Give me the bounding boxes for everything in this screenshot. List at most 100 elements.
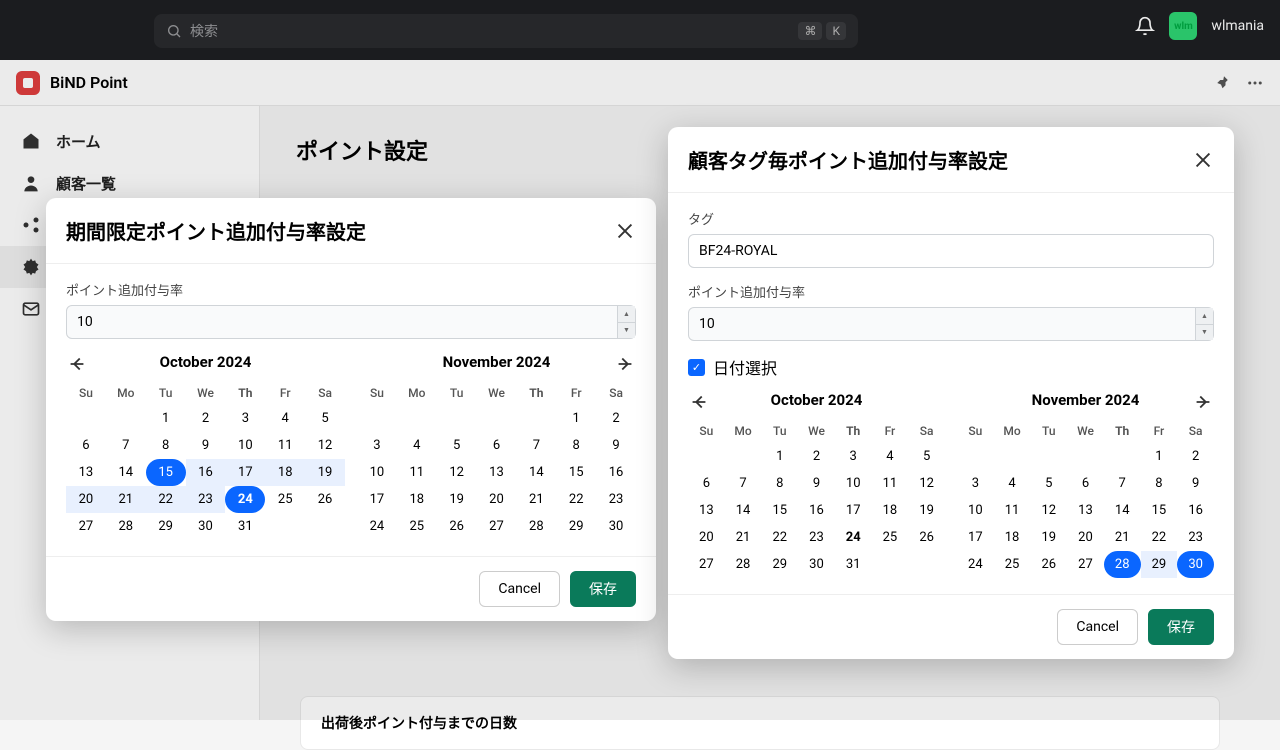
- calendar-day[interactable]: 21: [725, 524, 762, 551]
- calendar-day[interactable]: 28: [1104, 551, 1141, 578]
- calendar-day[interactable]: 30: [1177, 551, 1214, 578]
- rate-input[interactable]: [688, 307, 1214, 341]
- close-icon[interactable]: [1192, 149, 1214, 171]
- calendar-day[interactable]: 27: [477, 513, 517, 540]
- calendar-day[interactable]: 21: [516, 486, 556, 513]
- calendar-day[interactable]: 20: [688, 524, 725, 551]
- date-select-checkbox[interactable]: ✓日付選択: [688, 355, 1214, 379]
- calendar-day[interactable]: 18: [397, 486, 437, 513]
- calendar-day[interactable]: 27: [66, 513, 106, 540]
- calendar-day[interactable]: 11: [265, 432, 305, 459]
- calendar-day[interactable]: 26: [437, 513, 477, 540]
- calendar-day[interactable]: 17: [835, 497, 872, 524]
- calendar-day[interactable]: 15: [146, 459, 186, 486]
- calendar-day[interactable]: 13: [66, 459, 106, 486]
- calendar-day[interactable]: 10: [957, 497, 994, 524]
- next-month-icon[interactable]: [614, 353, 636, 375]
- calendar-day[interactable]: 14: [516, 459, 556, 486]
- calendar-day[interactable]: 19: [908, 497, 945, 524]
- calendar-day[interactable]: 19: [437, 486, 477, 513]
- calendar-day[interactable]: 19: [305, 459, 345, 486]
- calendar-day[interactable]: 23: [1177, 524, 1214, 551]
- calendar-day[interactable]: 17: [225, 459, 265, 486]
- calendar-day[interactable]: 2: [798, 443, 835, 470]
- tag-input[interactable]: [688, 234, 1214, 268]
- close-icon[interactable]: [614, 220, 636, 242]
- calendar-day[interactable]: 23: [798, 524, 835, 551]
- calendar-day[interactable]: 16: [596, 459, 636, 486]
- calendar-day[interactable]: 20: [1067, 524, 1104, 551]
- calendar-day[interactable]: 7: [106, 432, 146, 459]
- calendar-day[interactable]: 22: [761, 524, 798, 551]
- calendar-day[interactable]: 15: [556, 459, 596, 486]
- calendar-day[interactable]: 18: [265, 459, 305, 486]
- calendar-day[interactable]: 28: [516, 513, 556, 540]
- calendar-day[interactable]: 7: [516, 432, 556, 459]
- calendar-day[interactable]: 14: [106, 459, 146, 486]
- calendar-day[interactable]: 8: [1141, 470, 1178, 497]
- calendar-day[interactable]: 14: [1104, 497, 1141, 524]
- calendar-day[interactable]: 17: [957, 524, 994, 551]
- calendar-day[interactable]: 11: [994, 497, 1031, 524]
- calendar-day[interactable]: 12: [908, 470, 945, 497]
- calendar-day[interactable]: 11: [872, 470, 909, 497]
- calendar-day[interactable]: 26: [305, 486, 345, 513]
- calendar-day[interactable]: 29: [1141, 551, 1178, 578]
- calendar-day[interactable]: 21: [106, 486, 146, 513]
- calendar-day[interactable]: 9: [596, 432, 636, 459]
- calendar-day[interactable]: 24: [835, 524, 872, 551]
- calendar-day[interactable]: 3: [357, 432, 397, 459]
- calendar-day[interactable]: 9: [1177, 470, 1214, 497]
- calendar-day[interactable]: 24: [957, 551, 994, 578]
- calendar-day[interactable]: 27: [688, 551, 725, 578]
- calendar-day[interactable]: 3: [835, 443, 872, 470]
- calendar-day[interactable]: 28: [106, 513, 146, 540]
- calendar-day[interactable]: 19: [1030, 524, 1067, 551]
- spinner[interactable]: ▲▼: [1195, 308, 1213, 340]
- calendar-day[interactable]: 2: [596, 405, 636, 432]
- calendar-day[interactable]: 30: [596, 513, 636, 540]
- calendar-day[interactable]: 12: [1030, 497, 1067, 524]
- calendar-day[interactable]: 6: [1067, 470, 1104, 497]
- calendar-day[interactable]: 10: [357, 459, 397, 486]
- calendar-day[interactable]: 3: [957, 470, 994, 497]
- calendar-day[interactable]: 25: [872, 524, 909, 551]
- calendar-day[interactable]: 24: [225, 486, 265, 513]
- calendar-day[interactable]: 18: [994, 524, 1031, 551]
- calendar-day[interactable]: 10: [225, 432, 265, 459]
- calendar-day[interactable]: 9: [798, 470, 835, 497]
- calendar-day[interactable]: 12: [305, 432, 345, 459]
- calendar-day[interactable]: 6: [66, 432, 106, 459]
- calendar-day[interactable]: 12: [437, 459, 477, 486]
- calendar-day[interactable]: 11: [397, 459, 437, 486]
- calendar-day[interactable]: 13: [688, 497, 725, 524]
- calendar-day[interactable]: 23: [596, 486, 636, 513]
- calendar-day[interactable]: 3: [225, 405, 265, 432]
- calendar-day[interactable]: 5: [1030, 470, 1067, 497]
- calendar-day[interactable]: 23: [186, 486, 226, 513]
- calendar-day[interactable]: 31: [835, 551, 872, 578]
- calendar-day[interactable]: 8: [761, 470, 798, 497]
- calendar-day[interactable]: 2: [186, 405, 226, 432]
- calendar-day[interactable]: 16: [1177, 497, 1214, 524]
- calendar-day[interactable]: 16: [186, 459, 226, 486]
- calendar-day[interactable]: 8: [146, 432, 186, 459]
- calendar-day[interactable]: 5: [437, 432, 477, 459]
- save-button[interactable]: 保存: [1148, 609, 1214, 645]
- cancel-button[interactable]: Cancel: [1057, 609, 1138, 645]
- cancel-button[interactable]: Cancel: [479, 571, 560, 607]
- calendar-day[interactable]: 26: [1030, 551, 1067, 578]
- calendar-day[interactable]: 21: [1104, 524, 1141, 551]
- calendar-day[interactable]: 1: [556, 405, 596, 432]
- calendar-day[interactable]: 22: [1141, 524, 1178, 551]
- spinner[interactable]: ▲▼: [617, 306, 635, 338]
- calendar-day[interactable]: 10: [835, 470, 872, 497]
- calendar-day[interactable]: 18: [872, 497, 909, 524]
- calendar-day[interactable]: 6: [688, 470, 725, 497]
- calendar-day[interactable]: 13: [1067, 497, 1104, 524]
- calendar-day[interactable]: 9: [186, 432, 226, 459]
- calendar-day[interactable]: 16: [798, 497, 835, 524]
- calendar-day[interactable]: 15: [761, 497, 798, 524]
- save-button[interactable]: 保存: [570, 571, 636, 607]
- calendar-day[interactable]: 25: [265, 486, 305, 513]
